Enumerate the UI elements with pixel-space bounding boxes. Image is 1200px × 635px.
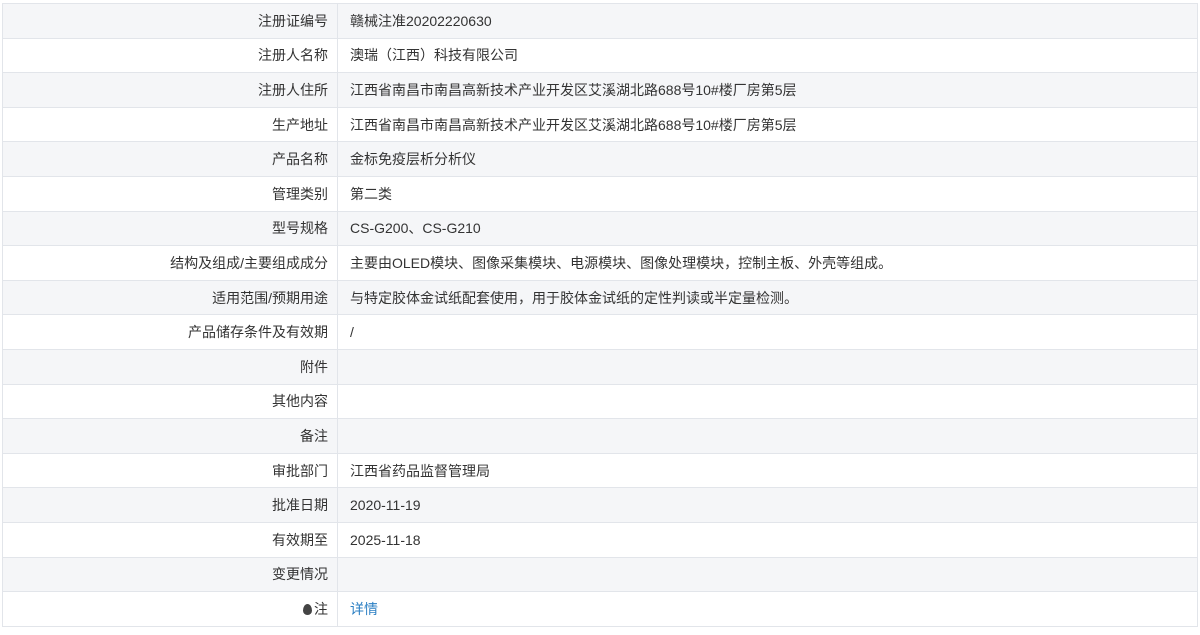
table-row: 注 详情 — [2, 591, 1198, 627]
table-row: 注册人住所 江西省南昌市南昌高新技术产业开发区艾溪湖北路688号10#楼厂房第5… — [2, 72, 1198, 108]
row-value-approval-date: 2020-11-19 — [337, 487, 1198, 523]
row-label-product-name: 产品名称 — [2, 141, 338, 177]
table-row: 注册证编号 赣械注准20202220630 — [2, 3, 1198, 39]
row-label-registrant-name: 注册人名称 — [2, 37, 338, 74]
row-value-intended-use: 与特定胶体金试纸配套使用，用于胶体金试纸的定性判读或半定量检测。 — [337, 279, 1198, 316]
row-value-valid-until: 2025-11-18 — [337, 521, 1198, 558]
row-value-approval-department: 江西省药品监督管理局 — [337, 452, 1198, 489]
row-label-note: 注 — [2, 591, 338, 627]
details-link[interactable]: 详情 — [350, 601, 378, 617]
table-row: 生产地址 江西省南昌市南昌高新技术产业开发区艾溪湖北路688号10#楼厂房第5层 — [2, 106, 1198, 143]
row-label-change-status: 变更情况 — [2, 556, 338, 593]
table-row: 注册人名称 澳瑞（江西）科技有限公司 — [2, 37, 1198, 74]
table-row: 产品储存条件及有效期 / — [2, 314, 1198, 350]
row-value-remarks — [337, 418, 1198, 454]
table-row: 型号规格 CS-G200、CS-G210 — [2, 210, 1198, 247]
row-value-structure-composition: 主要由OLED模块、图像采集模块、电源模块、图像处理模块，控制主板、外壳等组成。 — [337, 245, 1198, 281]
table-row: 批准日期 2020-11-19 — [2, 487, 1198, 523]
row-label-registration-number: 注册证编号 — [2, 3, 338, 39]
row-value-model-spec: CS-G200、CS-G210 — [337, 210, 1198, 247]
table-row: 管理类别 第二类 — [2, 175, 1198, 212]
row-label-model-spec: 型号规格 — [2, 210, 338, 247]
note-label: 注 — [314, 600, 328, 617]
row-label-approval-date: 批准日期 — [2, 487, 338, 523]
row-value-product-name: 金标免疫层析分析仪 — [337, 141, 1198, 177]
table-row: 有效期至 2025-11-18 — [2, 521, 1198, 558]
row-label-management-category: 管理类别 — [2, 175, 338, 212]
row-value-registrant-name: 澳瑞（江西）科技有限公司 — [337, 37, 1198, 74]
table-row: 适用范围/预期用途 与特定胶体金试纸配套使用，用于胶体金试纸的定性判读或半定量检… — [2, 279, 1198, 316]
row-value-change-status — [337, 556, 1198, 593]
row-value-management-category: 第二类 — [337, 175, 1198, 212]
row-label-structure-composition: 结构及组成/主要组成成分 — [2, 245, 338, 281]
row-label-remarks: 备注 — [2, 418, 338, 454]
row-value-production-address: 江西省南昌市南昌高新技术产业开发区艾溪湖北路688号10#楼厂房第5层 — [337, 106, 1198, 143]
row-label-other-content: 其他内容 — [2, 383, 338, 420]
table-row: 结构及组成/主要组成成分 主要由OLED模块、图像采集模块、电源模块、图像处理模… — [2, 245, 1198, 281]
row-label-valid-until: 有效期至 — [2, 521, 338, 558]
row-label-attachment: 附件 — [2, 348, 338, 385]
table-row: 其他内容 — [2, 383, 1198, 420]
row-label-registrant-address: 注册人住所 — [2, 72, 338, 108]
row-value-other-content — [337, 383, 1198, 420]
table-row: 审批部门 江西省药品监督管理局 — [2, 452, 1198, 489]
table-row: 附件 — [2, 348, 1198, 385]
row-label-approval-department: 审批部门 — [2, 452, 338, 489]
row-label-intended-use: 适用范围/预期用途 — [2, 279, 338, 316]
table-row: 产品名称 金标免疫层析分析仪 — [2, 141, 1198, 177]
note-icon — [303, 603, 312, 615]
registration-info-page: 注册证编号 赣械注准20202220630 注册人名称 澳瑞（江西）科技有限公司… — [0, 0, 1200, 627]
table-row: 备注 — [2, 418, 1198, 454]
table-row: 变更情况 — [2, 556, 1198, 593]
row-value-registration-number: 赣械注准20202220630 — [337, 3, 1198, 39]
row-value-note: 详情 — [337, 591, 1198, 627]
row-label-production-address: 生产地址 — [2, 106, 338, 143]
row-label-storage-validity: 产品储存条件及有效期 — [2, 314, 338, 350]
registration-info-table: 注册证编号 赣械注准20202220630 注册人名称 澳瑞（江西）科技有限公司… — [2, 3, 1198, 627]
row-value-attachment — [337, 348, 1198, 385]
row-value-registrant-address: 江西省南昌市南昌高新技术产业开发区艾溪湖北路688号10#楼厂房第5层 — [337, 72, 1198, 108]
row-value-storage-validity: / — [337, 314, 1198, 350]
